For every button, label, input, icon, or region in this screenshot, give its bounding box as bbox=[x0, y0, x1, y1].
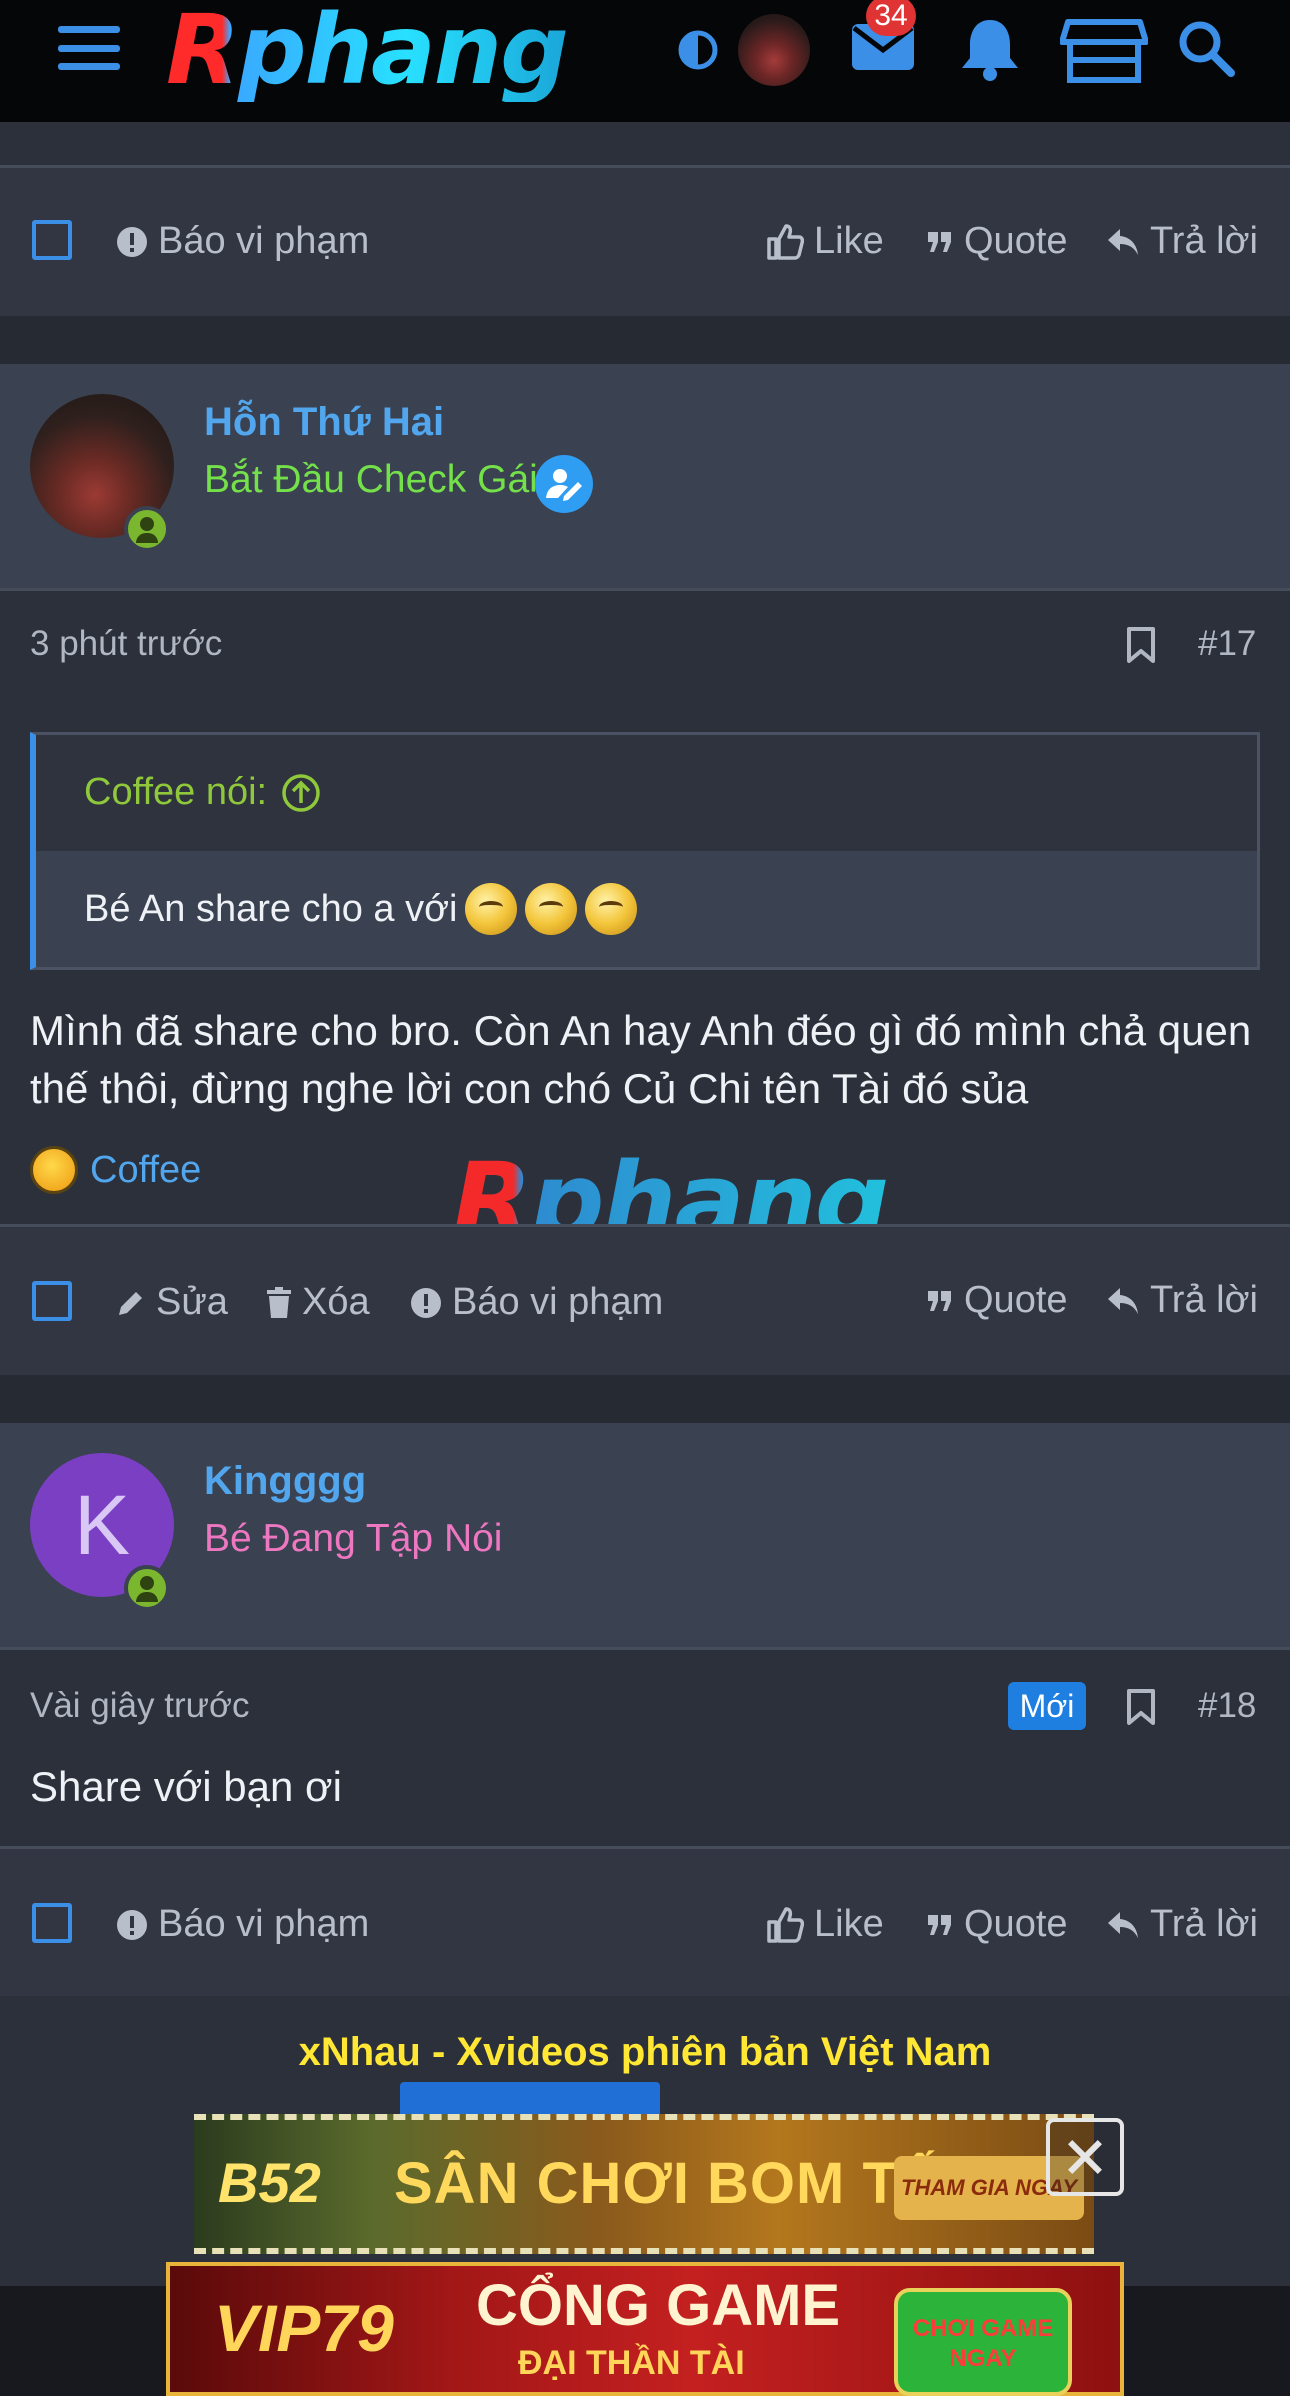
pencil-icon bbox=[119, 1291, 142, 1315]
reply-button[interactable]: Trả lời bbox=[1106, 220, 1258, 263]
menu-icon[interactable] bbox=[58, 26, 120, 70]
like-button[interactable]: Like bbox=[766, 1903, 884, 1946]
laugh-emoji-icon bbox=[30, 1146, 78, 1194]
post-actions-bar: Sửa Xóa Báo vi phạm Quote Trả lời bbox=[0, 1227, 1290, 1375]
new-badge: Mới bbox=[1008, 1682, 1086, 1730]
verified-user-icon bbox=[535, 455, 593, 513]
close-ad-icon[interactable] bbox=[1046, 2118, 1124, 2196]
post-time[interactable]: 3 phút trước bbox=[30, 624, 222, 664]
post-number[interactable]: #18 bbox=[1198, 1686, 1256, 1726]
reply-button[interactable]: Trả lời bbox=[1106, 1279, 1258, 1322]
warning-icon bbox=[411, 1287, 441, 1318]
site-logo[interactable]: Rphang bbox=[166, 2, 569, 102]
post-body: Mình đã share cho bro. Còn An hay Anh đé… bbox=[30, 1007, 1252, 1112]
post-body: Share với bạn ơi bbox=[30, 1763, 342, 1810]
username[interactable]: Hỗn Thứ Hai bbox=[204, 400, 444, 445]
online-status-icon bbox=[124, 1565, 170, 1611]
quote-block: Coffee nói: Bé An share cho a với bbox=[30, 732, 1260, 970]
select-checkbox[interactable] bbox=[32, 1903, 72, 1943]
thumbs-up-icon bbox=[767, 1906, 804, 1943]
post-user-block: K Kingggg Bé Đang Tập Nói bbox=[0, 1423, 1290, 1649]
ad-brand: VIP79 bbox=[214, 2291, 394, 2365]
edit-button[interactable]: Sửa bbox=[116, 1281, 228, 1324]
quote-button[interactable]: Quote bbox=[926, 1279, 1068, 1322]
smiley-icon bbox=[525, 883, 578, 935]
ad-logo[interactable] bbox=[400, 2082, 660, 2118]
post-actions-bar: Báo vi phạm Like Quote Trả lời bbox=[0, 1849, 1290, 1997]
ad-title: CỔNG GAME bbox=[476, 2273, 841, 2338]
notification-bell-icon[interactable] bbox=[958, 16, 1022, 82]
top-navbar: Rphang 34 bbox=[0, 0, 1290, 122]
report-button[interactable]: Báo vi phạm bbox=[410, 1281, 663, 1324]
arrow-up-circle-icon[interactable] bbox=[281, 773, 321, 813]
ad-caption-link[interactable]: xNhau - Xvideos phiên bản Việt Nam bbox=[0, 2030, 1290, 2075]
quote-icon bbox=[928, 1290, 951, 1311]
theme-toggle-icon[interactable] bbox=[676, 28, 720, 72]
ad-subtitle: ĐẠI THẦN TÀI bbox=[518, 2344, 745, 2382]
reaction-user[interactable]: Coffee bbox=[90, 1149, 201, 1192]
post-actions-bar bbox=[0, 122, 1290, 166]
delete-button[interactable]: Xóa bbox=[266, 1281, 370, 1324]
select-checkbox[interactable] bbox=[32, 220, 72, 260]
user-title: Bắt Đầu Check Gái bbox=[204, 458, 538, 501]
post-number[interactable]: #17 bbox=[1198, 624, 1256, 664]
quote-button[interactable]: Quote bbox=[926, 220, 1068, 263]
reply-button[interactable]: Trả lời bbox=[1106, 1903, 1258, 1946]
report-button[interactable]: Báo vi phạm bbox=[116, 1903, 369, 1946]
quote-text: Bé An share cho a với bbox=[84, 883, 638, 935]
quote-label: Quote bbox=[964, 220, 1068, 262]
ad-banner-vip79[interactable]: VIP79 CỔNG GAME ĐẠI THẦN TÀI CHƠI GAME N… bbox=[166, 2262, 1124, 2396]
ad-banner-b52[interactable]: B52 SÂN CHƠI BOM TẤN THAM GIA NGAY bbox=[194, 2114, 1094, 2254]
online-status-icon bbox=[124, 506, 170, 552]
select-checkbox[interactable] bbox=[32, 1281, 72, 1321]
search-icon[interactable] bbox=[1176, 18, 1236, 78]
reply-label: Trả lời bbox=[1150, 220, 1258, 262]
report-label: Báo vi phạm bbox=[158, 220, 370, 262]
reply-icon bbox=[1108, 228, 1138, 255]
like-label: Like bbox=[814, 220, 884, 262]
bookmark-icon[interactable] bbox=[1126, 1688, 1156, 1726]
warning-icon bbox=[117, 226, 147, 257]
quote-author[interactable]: Coffee nói: bbox=[84, 771, 321, 814]
quote-icon bbox=[928, 231, 951, 252]
quote-icon bbox=[928, 1914, 951, 1935]
mail-count-badge: 34 bbox=[866, 0, 916, 36]
thumbs-up-icon bbox=[767, 223, 804, 260]
trash-icon bbox=[267, 1286, 291, 1318]
username[interactable]: Kingggg bbox=[204, 1459, 366, 1504]
user-title: Bé Đang Tập Nói bbox=[204, 1517, 503, 1560]
reaction-summary[interactable]: Coffee bbox=[30, 1146, 201, 1194]
warning-icon bbox=[117, 1909, 147, 1940]
post-user-block: Hỗn Thứ Hai Bắt Đầu Check Gái bbox=[0, 364, 1290, 590]
ad-brand: B52 bbox=[218, 2151, 321, 2214]
post-time[interactable]: Vài giây trước bbox=[30, 1686, 250, 1726]
post-actions-bar: Báo vi phạm Like Quote Trả lời bbox=[0, 168, 1290, 316]
report-button[interactable]: Báo vi phạm bbox=[116, 220, 369, 263]
ad-cta-button[interactable]: CHƠI GAME NGAY bbox=[894, 2288, 1072, 2396]
reply-icon bbox=[1108, 1911, 1138, 1938]
user-avatar[interactable] bbox=[738, 14, 810, 86]
smiley-icon bbox=[465, 883, 518, 935]
bookmark-icon[interactable] bbox=[1126, 626, 1156, 664]
store-icon[interactable] bbox=[1060, 18, 1148, 84]
reply-icon bbox=[1108, 1287, 1138, 1314]
like-button[interactable]: Like bbox=[766, 220, 884, 263]
smiley-icon bbox=[585, 883, 638, 935]
quote-button[interactable]: Quote bbox=[926, 1903, 1068, 1946]
